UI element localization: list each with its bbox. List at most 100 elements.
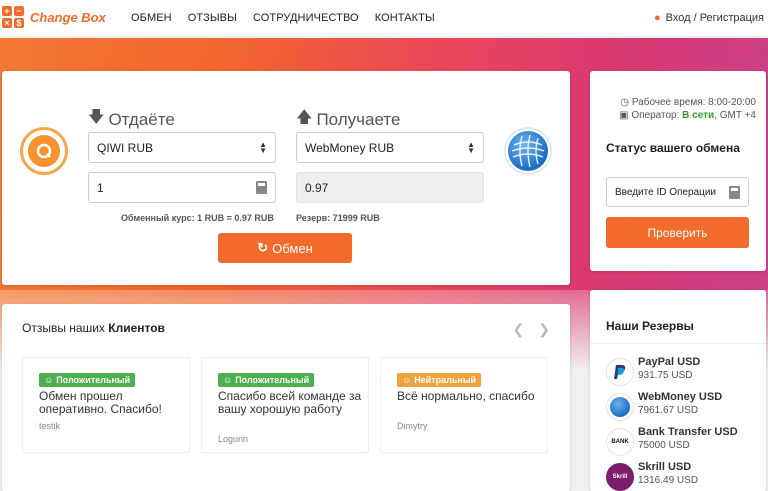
main-nav: ОБМЕН ОТЗЫВЫ СОТРУДНИЧЕСТВО КОНТАКТЫ <box>131 12 451 24</box>
give-title: 🡇 Отдаёте <box>88 106 175 133</box>
review-card: ☺ Положительный Обмен прошел оперативно.… <box>22 357 190 453</box>
login-label: Вход / Регистрация <box>665 12 764 24</box>
select-caret-icon: ▲ ▼ <box>467 139 475 155</box>
review-card: ☺ Положительный Спасибо всей команде за … <box>201 357 369 453</box>
arrow-down-icon: 🡇 <box>88 109 105 126</box>
exchange-form: 🡇 Отдаёте QIWI RUB ▲ ▼ 1 Обменный курс: 1… <box>2 71 570 285</box>
give-amount-value: 1 <box>97 180 104 195</box>
review-text: Всё нормально, спасибо <box>397 389 535 403</box>
logo-dollar: $ <box>14 18 24 28</box>
reserve-amount: 1316.49 USD <box>638 475 699 486</box>
arrow-up-icon: 🡅 <box>296 109 313 126</box>
get-currency-select[interactable]: WebMoney RUB ▲ ▼ <box>296 132 484 163</box>
get-amount-output: 0.97 <box>296 172 484 203</box>
calculator-icon <box>256 181 267 194</box>
badge-label: Положительный <box>56 375 131 385</box>
reserve-amount: 75000 USD <box>638 440 690 451</box>
bank-icon: BANK <box>606 428 634 456</box>
operator-online: В сети <box>682 110 715 121</box>
get-title-text: Получаете <box>316 109 401 129</box>
get-amount-value: 0.97 <box>305 180 329 195</box>
refresh-icon: ↻ <box>257 240 269 255</box>
reserve-note: Резерв: 71999 RUB <box>296 213 380 223</box>
badge-label: Положительный <box>235 375 310 385</box>
review-card: ☺ Нейтральный Всё нормально, спасибо Dim… <box>380 357 548 453</box>
positive-badge: ☺ Положительный <box>218 373 315 387</box>
nav-partnership[interactable]: СОТРУДНИЧЕСТВО <box>253 12 359 24</box>
check-status-button[interactable]: Проверить <box>606 217 749 248</box>
brand-logo[interactable]: + − × $ Change Box <box>2 6 106 28</box>
neutral-badge: ☺ Нейтральный <box>397 373 482 387</box>
operator-label: Оператор: <box>631 110 680 121</box>
nav-reviews[interactable]: ОТЗЫВЫ <box>188 12 237 24</box>
operation-id-input[interactable]: Введите ID Операции <box>606 177 749 207</box>
nav-contacts[interactable]: КОНТАКТЫ <box>375 12 435 24</box>
reserve-item: Skrill Skrill USD 1316.49 USD <box>606 461 766 491</box>
reserve-amount: 7961.67 USD <box>638 405 699 416</box>
webmoney-icon <box>504 127 552 175</box>
smile-icon: ☺ <box>223 375 233 385</box>
divider <box>590 343 766 344</box>
paypal-icon <box>606 358 634 386</box>
reserve-name: Bank Transfer USD <box>638 426 738 438</box>
qiwi-icon <box>20 127 68 175</box>
reserve-name: PayPal USD <box>638 356 701 368</box>
lock-icon: ▣ <box>619 110 629 121</box>
top-navbar: + − × $ Change Box ОБМЕН ОТЗЫВЫ СОТРУДНИ… <box>0 0 768 37</box>
nav-exchange[interactable]: ОБМЕН <box>131 12 172 24</box>
get-title: 🡅 Получаете <box>296 106 400 133</box>
smile-icon: ☺ <box>44 375 54 385</box>
login-link[interactable]: ● Вход / Регистрация <box>654 12 764 24</box>
reserve-item: WebMoney USD 7961.67 USD <box>606 391 766 421</box>
reserve-name: WebMoney USD <box>638 391 723 403</box>
reviews-title: Отзывы наших Клиентов <box>22 321 165 335</box>
exchange-status-panel: ◷ Рабочее время: 8:00-20:00 ▣ Оператор: … <box>590 71 766 271</box>
get-currency-value: WebMoney RUB <box>305 140 395 155</box>
user-icon: ● <box>653 12 661 24</box>
work-time: ◷ Рабочее время: 8:00-20:00 <box>620 97 756 108</box>
skrill-icon: Skrill <box>606 463 634 491</box>
give-amount-input[interactable]: 1 <box>88 172 276 203</box>
exchange-button-label: Обмен <box>272 240 313 256</box>
reserve-item: PayPal USD 931.75 USD <box>606 356 766 386</box>
brand-name: Change Box <box>30 9 106 25</box>
status-title: Статус вашего обмена <box>606 141 740 155</box>
chevron-left-icon[interactable]: ❮ <box>513 321 525 338</box>
calculator-icon <box>729 185 740 199</box>
reviews-slider-controls: ❮ ❯ <box>499 321 550 338</box>
operator-tz: , GMT +4 <box>714 110 756 121</box>
review-author: Logurin <box>218 434 249 444</box>
review-text: Спасибо всей команде за вашу хорошую раб… <box>218 389 362 416</box>
work-time-text: Рабочее время: 8:00-20:00 <box>631 97 756 108</box>
reserves-panel: Наши Резервы PayPal USD 931.75 USD WebMo… <box>590 290 766 491</box>
positive-badge: ☺ Положительный <box>39 373 136 387</box>
reserve-item: BANK Bank Transfer USD 75000 USD <box>606 426 766 456</box>
exchange-button[interactable]: ↻ Обмен <box>218 233 352 263</box>
reserve-name: Skrill USD <box>638 461 692 473</box>
logo-plus: + <box>2 6 12 16</box>
skrill-icon-text: Skrill <box>612 474 628 480</box>
operator-status: ▣ Оператор: В сети, GMT +4 <box>619 110 756 121</box>
operation-id-placeholder: Введите ID Операции <box>615 186 716 198</box>
give-currency-value: QIWI RUB <box>97 140 153 155</box>
review-author: Dimytry <box>397 421 428 431</box>
logo-times: × <box>2 18 12 28</box>
reviews-title-part2: Клиентов <box>108 321 165 335</box>
exchange-rate: Обменный курс: 1 RUB = 0.97 RUB <box>121 213 274 223</box>
reviews-title-part1: Отзывы наших <box>22 321 109 335</box>
review-author: testik <box>39 421 61 431</box>
give-currency-select[interactable]: QIWI RUB ▲ ▼ <box>88 132 276 163</box>
reserves-title: Наши Резервы <box>606 319 694 333</box>
check-button-label: Проверить <box>647 225 708 240</box>
bank-icon-text: BANK <box>611 439 629 445</box>
select-caret-icon: ▲ ▼ <box>259 139 267 155</box>
give-title-text: Отдаёте <box>108 109 175 129</box>
logo-minus: − <box>14 6 24 16</box>
smile-icon: ☺ <box>402 375 412 385</box>
review-text: Обмен прошел оперативно. Спасибо! <box>39 389 162 416</box>
webmoney-icon <box>606 393 634 421</box>
clock-icon: ◷ <box>620 97 630 108</box>
reviews-section: Отзывы наших Клиентов ❮ ❯ ☺ Положительны… <box>2 304 570 491</box>
chevron-right-icon[interactable]: ❯ <box>538 321 550 338</box>
reserve-amount: 931.75 USD <box>638 370 693 381</box>
